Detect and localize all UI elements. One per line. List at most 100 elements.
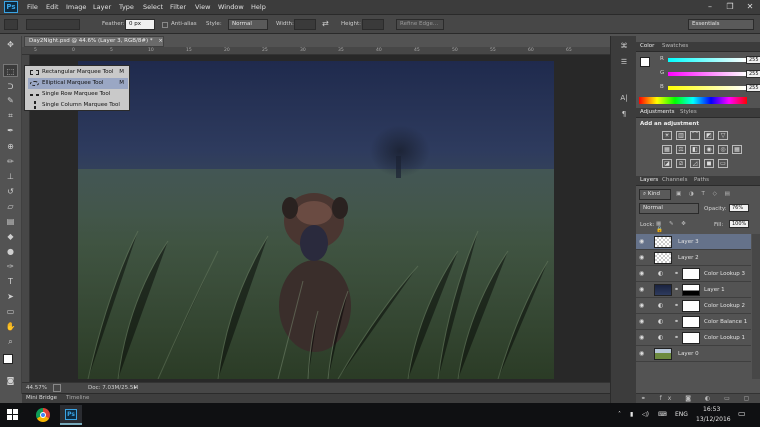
layer-name[interactable]: Color Lookup 1 xyxy=(704,335,745,341)
style-dropdown[interactable]: Normal xyxy=(228,19,268,30)
red-slider[interactable] xyxy=(668,58,746,62)
blue-slider[interactable] xyxy=(668,86,746,90)
layer-name[interactable]: Layer 2 xyxy=(678,255,699,261)
feather-input[interactable]: 0 px xyxy=(125,19,155,30)
photoshop-taskbar-icon[interactable]: Ps xyxy=(60,405,82,425)
green-value[interactable]: 255 xyxy=(746,70,760,78)
antialias-checkbox[interactable] xyxy=(162,22,168,28)
eyedropper-tool-icon[interactable]: ✒ xyxy=(3,124,18,137)
menu-filter[interactable]: Filter xyxy=(170,3,186,11)
healing-brush-tool-icon[interactable]: ⊕ xyxy=(3,140,18,153)
eye-icon[interactable]: ◉ xyxy=(639,254,644,261)
document-tab[interactable]: Day2Night.psd @ 44.6% (Layer 3, RGB/8#) … xyxy=(24,36,164,47)
tab-layers[interactable]: Layers xyxy=(640,177,658,183)
menu-select[interactable]: Select xyxy=(143,3,163,11)
color-lookup-icon[interactable]: ▦ xyxy=(732,145,742,154)
vibrance-icon[interactable]: ▽ xyxy=(718,131,728,140)
tab-paths[interactable]: Paths xyxy=(694,177,709,183)
menu-edit[interactable]: Edit xyxy=(46,3,59,11)
menu-view[interactable]: View xyxy=(195,3,210,11)
green-slider[interactable] xyxy=(668,72,746,76)
menu-window[interactable]: Window xyxy=(218,3,244,11)
channel-mixer-icon[interactable]: ◎ xyxy=(718,145,728,154)
paragraph-icon[interactable]: ¶ xyxy=(617,110,631,122)
eye-icon[interactable]: ◉ xyxy=(639,302,644,309)
menu-help[interactable]: Help xyxy=(251,3,266,11)
windows-start-icon[interactable] xyxy=(7,409,19,421)
menu-type[interactable]: Type xyxy=(119,3,134,11)
elliptical-marquee-tool-item[interactable]: Elliptical Marquee Tool M xyxy=(28,78,128,89)
invert-icon[interactable]: ◪ xyxy=(662,159,672,168)
foreground-color-swatch[interactable] xyxy=(3,354,13,364)
selection-mode-icons[interactable] xyxy=(26,19,80,30)
chrome-taskbar-icon[interactable] xyxy=(32,405,54,425)
properties-icon[interactable]: ☰ xyxy=(617,58,631,70)
close-window-icon[interactable]: ✕ xyxy=(740,0,760,14)
single-column-marquee-tool-item[interactable]: Single Column Marquee Tool xyxy=(28,100,128,111)
rectangular-marquee-tool-item[interactable]: Rectangular Marquee Tool M xyxy=(28,67,128,78)
hand-tool-icon[interactable]: ✋ xyxy=(3,320,18,333)
tab-adjustments[interactable]: Adjustments xyxy=(640,109,674,115)
tray-chevron-icon[interactable]: ˄ xyxy=(618,411,621,418)
curves-icon[interactable]: ⌒ xyxy=(690,131,700,140)
crop-tool-icon[interactable]: ⌗ xyxy=(3,109,18,122)
photo-filter-icon[interactable]: ◉ xyxy=(704,145,714,154)
history-brush-tool-icon[interactable]: ↺ xyxy=(3,185,18,198)
keyboard-icon[interactable]: ⌨ xyxy=(658,411,667,418)
layer-name[interactable]: Layer 1 xyxy=(704,287,725,293)
blur-tool-icon[interactable]: ◆ xyxy=(3,230,18,243)
language-indicator[interactable]: ENG xyxy=(675,411,688,418)
exposure-icon[interactable]: ◩ xyxy=(704,131,714,140)
clone-stamp-tool-icon[interactable]: ⊥ xyxy=(3,170,18,183)
lock-icons[interactable]: ▦ ✎ ✥ 🔒 xyxy=(656,221,700,233)
layer-name[interactable]: Color Balance 1 xyxy=(704,319,747,325)
lasso-tool-icon[interactable]: ᑐ xyxy=(3,80,18,93)
eye-icon[interactable]: ◉ xyxy=(639,318,644,325)
layer-name[interactable]: Layer 0 xyxy=(678,351,699,357)
layer-row-color-lookup-1[interactable]: ◉ ◐ ⚭ Color Lookup 1 xyxy=(636,330,751,346)
layer-row-layer-3[interactable]: ◉ Layer 3 xyxy=(636,234,751,250)
fg-color-chip[interactable] xyxy=(640,57,650,67)
width-input[interactable] xyxy=(294,19,316,30)
notifications-icon[interactable]: ▭ xyxy=(738,409,746,418)
status-arrow-icon[interactable]: ▸ xyxy=(134,384,137,391)
clock-date[interactable]: 13/12/2016 xyxy=(696,416,731,423)
black-white-icon[interactable]: ◧ xyxy=(690,145,700,154)
levels-icon[interactable]: ▥ xyxy=(676,131,686,140)
refine-edge-button[interactable]: Refine Edge... xyxy=(396,19,444,30)
volume-icon[interactable]: ◁) xyxy=(642,411,649,418)
tab-styles[interactable]: Styles xyxy=(680,109,697,115)
tab-color[interactable]: Color xyxy=(640,43,654,49)
swap-icon[interactable]: ⇄ xyxy=(322,19,329,28)
zoom-level[interactable]: 44.57% xyxy=(26,385,47,391)
menu-file[interactable]: File xyxy=(27,3,38,11)
threshold-icon[interactable]: ◿ xyxy=(690,159,700,168)
selective-color-icon[interactable]: ◼ xyxy=(704,159,714,168)
brightness-contrast-icon[interactable]: ☀ xyxy=(662,131,672,140)
layer-row-color-lookup-2[interactable]: ◉ ◐ ⚭ Color Lookup 2 xyxy=(636,298,751,314)
tool-preset-icon[interactable] xyxy=(4,19,18,30)
move-tool-icon[interactable]: ✥ xyxy=(3,38,18,51)
eye-icon[interactable]: ◉ xyxy=(639,350,644,357)
gradient-tool-icon[interactable]: ▤ xyxy=(3,215,18,228)
type-tool-icon[interactable]: T xyxy=(3,275,18,288)
tab-timeline[interactable]: Timeline xyxy=(66,395,89,401)
eye-icon[interactable]: ◉ xyxy=(639,270,644,277)
color-balance-icon[interactable]: ⚖ xyxy=(676,145,686,154)
gradient-map-icon[interactable]: ▭ xyxy=(718,159,728,168)
tab-mini-bridge[interactable]: Mini Bridge xyxy=(26,395,57,401)
character-icon[interactable]: A| xyxy=(617,94,631,106)
layers-panel-footer-icons[interactable]: ⚭ fx ◙ ◐ ▭ ▢ 🗑 xyxy=(636,393,760,411)
minimize-icon[interactable]: – xyxy=(700,0,720,14)
layer-name[interactable]: Layer 3 xyxy=(678,239,699,245)
layer-row-color-balance-1[interactable]: ◉ ◐ ⚭ Color Balance 1 xyxy=(636,314,751,330)
menu-image[interactable]: Image xyxy=(66,3,86,11)
zoom-tool-icon[interactable]: ⌕ xyxy=(3,335,18,348)
document-canvas[interactable] xyxy=(78,61,554,379)
eye-icon[interactable]: ◉ xyxy=(639,238,644,245)
tab-channels[interactable]: Channels xyxy=(662,177,687,183)
dodge-tool-icon[interactable]: ● xyxy=(3,245,18,258)
layer-name[interactable]: Color Lookup 3 xyxy=(704,271,745,277)
posterize-icon[interactable]: ⧄ xyxy=(676,159,686,168)
tab-swatches[interactable]: Swatches xyxy=(662,43,688,49)
